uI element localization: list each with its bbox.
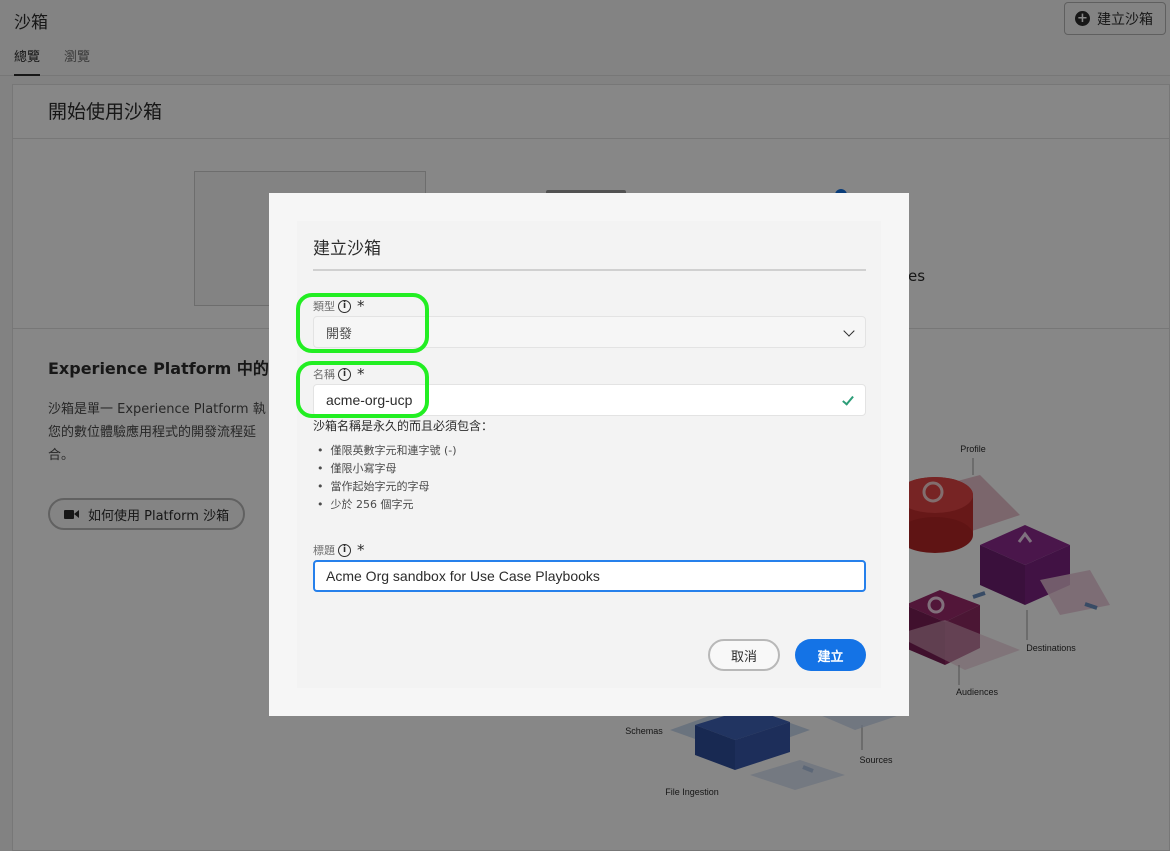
title-label-text: 標題 — [313, 544, 335, 557]
create-button[interactable]: 建立 — [795, 639, 866, 671]
cancel-button[interactable]: 取消 — [708, 639, 780, 671]
info-icon[interactable]: i — [338, 543, 351, 557]
list-item: 當作起始字元的字母 — [317, 478, 457, 496]
title-input-value: Acme Org sandbox for Use Case Playbooks — [326, 568, 600, 584]
list-item: 少於 256 個字元 — [317, 496, 457, 514]
list-item: 僅限英數字元和連字號 (-) — [317, 442, 457, 460]
name-field-highlight — [296, 361, 429, 418]
chevron-down-icon — [843, 325, 855, 337]
list-item: 僅限小寫字母 — [317, 460, 457, 478]
create-sandbox-dialog: 建立沙箱 類型 i * 開發 名稱 i * acme-org-ucp 沙箱名稱是… — [269, 193, 909, 716]
name-hint-heading: 沙箱名稱是永久的而且必須包含： — [313, 419, 494, 433]
dialog-title: 建立沙箱 — [313, 239, 381, 259]
checkmark-icon — [842, 393, 854, 406]
name-requirements-list: 僅限英數字元和連字號 (-) 僅限小寫字母 當作起始字元的字母 少於 256 個… — [317, 442, 457, 514]
type-field-highlight — [296, 293, 429, 353]
title-field-label: 標題 i * — [313, 542, 365, 558]
title-input[interactable]: Acme Org sandbox for Use Case Playbooks — [313, 560, 866, 592]
dialog-divider — [313, 269, 866, 271]
required-indicator: * — [357, 540, 365, 559]
